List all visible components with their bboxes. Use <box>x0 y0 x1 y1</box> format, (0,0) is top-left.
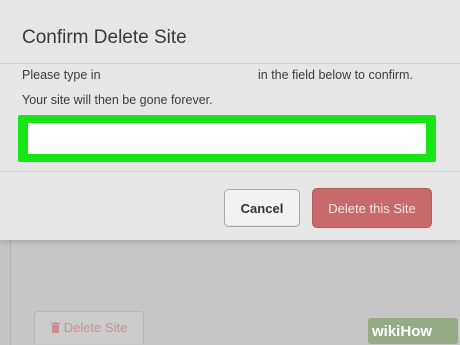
trash-icon <box>50 322 60 333</box>
confirm-delete-modal: Confirm Delete Site Please type in in th… <box>0 0 460 240</box>
modal-divider <box>0 63 460 64</box>
wikihow-watermark: wiki How <box>372 320 458 342</box>
background-delete-site-button: Delete Site <box>34 311 144 343</box>
delete-site-button[interactable]: Delete this Site <box>312 188 432 228</box>
modal-footer-divider <box>0 171 460 172</box>
instruction-text-end: in the field below to confirm. <box>258 68 413 82</box>
watermark-wiki: wiki <box>372 322 401 340</box>
instruction-text-start: Please type in <box>22 68 101 82</box>
cancel-button[interactable]: Cancel <box>224 189 300 227</box>
confirm-site-name-input[interactable] <box>28 123 426 154</box>
watermark-how: How <box>400 322 433 340</box>
background-delete-site-label: Delete Site <box>63 320 128 335</box>
instruction-warning-text: Your site will then be gone forever. <box>22 93 213 107</box>
modal-title: Confirm Delete Site <box>22 27 187 48</box>
